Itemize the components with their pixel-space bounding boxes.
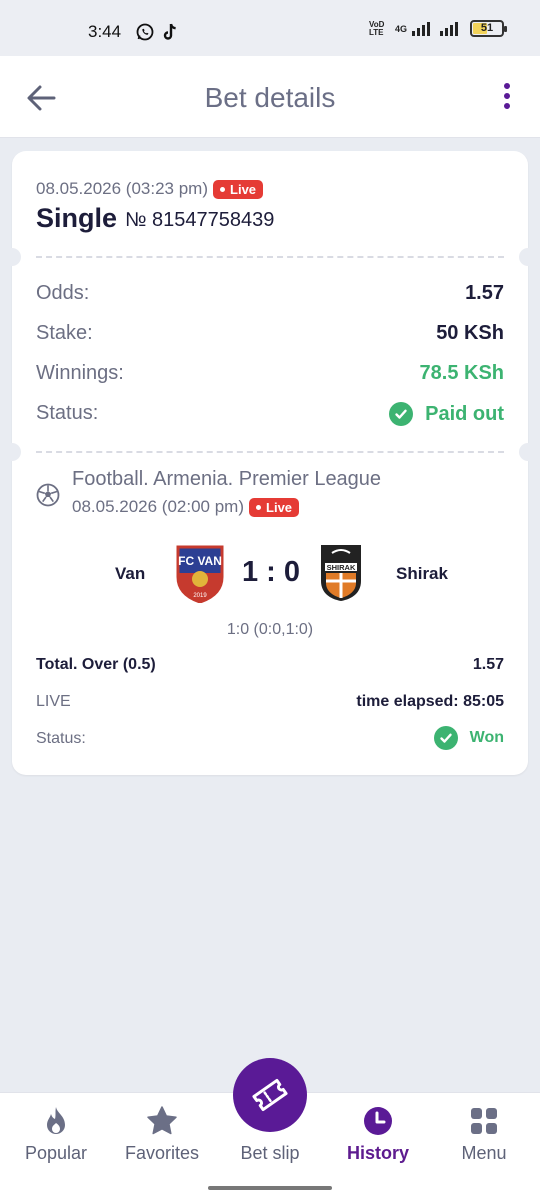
away-team-name: Shirak — [396, 564, 448, 583]
bet-datetime: 08.05.2026 (03:23 pm) Live — [36, 179, 264, 199]
event-datetime-text: 08.05.2026 (02:00 pm) — [72, 497, 245, 516]
event-status-value: Won — [433, 726, 504, 750]
bet-number: № 81547758439 — [125, 209, 275, 231]
nav-favorites[interactable]: Favorites — [108, 1093, 216, 1200]
event-datetime: 08.05.2026 (02:00 pm) Live — [72, 497, 300, 517]
score: 1 : 0 — [242, 556, 301, 588]
score-detail: 1:0 (0:0,1:0) — [226, 621, 314, 638]
status-label: Status: — [36, 402, 99, 424]
stake-value: 50 KSh — [436, 322, 504, 344]
bet-type: Single — [36, 203, 118, 233]
nav-label: Bet slip — [240, 1143, 300, 1163]
signal-icon-2 — [440, 21, 458, 36]
winnings-label: Winnings: — [36, 362, 124, 384]
battery-icon: 51 — [470, 20, 507, 37]
home-team-name: Van — [115, 564, 146, 583]
app-header: Bet details — [0, 56, 540, 138]
winnings-value: 78.5 KSh — [419, 362, 504, 384]
nav-label: Favorites — [124, 1143, 200, 1163]
nav-label: Popular — [24, 1143, 88, 1163]
market-label: Total. Over (0.5) — [36, 656, 156, 673]
ticket-icon — [252, 1078, 288, 1112]
event-status-label: Status: — [36, 730, 86, 747]
odds-value: 1.57 — [465, 282, 504, 304]
nav-menu[interactable]: Menu — [430, 1093, 538, 1200]
nav-label: History — [346, 1143, 409, 1163]
home-team-logo: FC VAN 2019 — [174, 543, 226, 608]
flame-icon — [47, 1107, 65, 1134]
network-type: 4G — [394, 23, 407, 34]
whatsapp-icon — [136, 23, 154, 46]
check-circle-icon — [433, 726, 458, 750]
stake-row: Stake: 50 KSh — [36, 322, 504, 352]
status-bar: 3:44 VoD LTE 4G 51 — [0, 0, 540, 56]
signal-icon — [412, 21, 430, 36]
live-label: LIVE — [36, 693, 71, 710]
grid-icon — [471, 1108, 497, 1134]
check-circle-icon — [389, 402, 414, 426]
svg-text:2019: 2019 — [193, 593, 207, 599]
status-indicators: VoD LTE 4G 51 — [368, 19, 507, 37]
live-badge: Live — [213, 180, 264, 199]
clock-icon — [364, 1107, 392, 1135]
status-row: Status: Paid out — [36, 402, 504, 432]
market-odds: 1.57 — [472, 656, 504, 673]
football-icon — [36, 483, 60, 512]
ticket-notch — [519, 248, 537, 266]
ticket-notch — [3, 443, 21, 461]
divider — [36, 256, 504, 258]
page-title: Bet details — [204, 82, 336, 113]
star-icon — [147, 1106, 177, 1135]
nav-history[interactable]: History — [324, 1093, 432, 1200]
nav-label: Menu — [461, 1143, 507, 1163]
stake-label: Stake: — [36, 322, 93, 344]
event-status-text: Won — [469, 729, 504, 746]
nav-popular[interactable]: Popular — [2, 1093, 110, 1200]
svg-text:FC VAN: FC VAN — [178, 554, 222, 568]
winnings-row: Winnings: 78.5 KSh — [36, 362, 504, 392]
svg-text:SHIRAK: SHIRAK — [327, 563, 356, 572]
bet-datetime-text: 08.05.2026 (03:23 pm) — [36, 179, 209, 198]
odds-row: Odds: 1.57 — [36, 282, 504, 312]
status-value: Paid out — [389, 402, 504, 426]
time-elapsed: time elapsed: 85:05 — [356, 693, 504, 710]
bet-card: 08.05.2026 (03:23 pm) Live Single № 81547… — [3, 151, 537, 775]
bet-slip-button[interactable] — [233, 1058, 307, 1132]
more-options-button[interactable] — [500, 82, 514, 112]
clock: 3:44 — [88, 22, 122, 41]
live-badge: Live — [249, 498, 300, 517]
gesture-bar[interactable] — [208, 1186, 332, 1190]
more-vertical-icon — [504, 83, 510, 109]
volte-label: VoD LTE — [368, 19, 385, 37]
odds-label: Odds: — [36, 282, 90, 304]
league-name: Football. Armenia. Premier League — [72, 468, 382, 490]
battery-level: 51 — [480, 22, 494, 34]
ticket-notch — [3, 248, 21, 266]
away-team-logo: SHIRAK — [318, 543, 364, 608]
divider — [36, 451, 504, 453]
ticket-notch — [519, 443, 537, 461]
tiktok-icon — [162, 22, 180, 47]
status-text: Paid out — [425, 402, 504, 425]
